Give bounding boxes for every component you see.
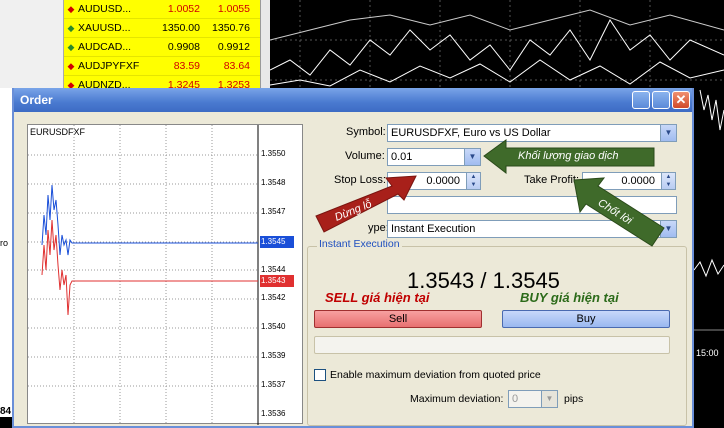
volume-arrow-label: Khối lượng giao dịch [518, 150, 619, 162]
chevron-down-icon[interactable]: ▼ [660, 125, 676, 141]
corner-number: 84 [0, 406, 12, 417]
symbol-value: EURUSDFXF, Euro vs US Dollar [391, 127, 551, 139]
take-profit-label: Take Profit: [524, 174, 580, 186]
dialog-titlebar[interactable]: Order ✕ [14, 88, 692, 112]
bid: 1.0052 [167, 3, 200, 15]
price-up-icon: ◆ [67, 41, 75, 52]
y-tick: 1.3539 [261, 351, 286, 360]
stop-loss-label: Stop Loss: [334, 174, 386, 186]
spinner-arrows-icon[interactable]: ▲ ▼ [466, 173, 480, 189]
dialog-title: Order [20, 93, 53, 107]
market-watch-row[interactable]: ◆ AUDCAD... 0.9908 0.9912 [64, 38, 260, 57]
sell-button[interactable]: Sell [314, 310, 482, 328]
chevron-down-icon[interactable]: ▼ [464, 149, 480, 165]
buy-annotation: BUY giá hiện tại [520, 290, 619, 305]
y-tick: 1.3537 [261, 380, 286, 389]
y-tick: 1.3547 [261, 207, 286, 216]
market-watch-scrollbar[interactable] [260, 0, 270, 88]
market-watch-row[interactable]: ◆ AUDJPYFXF 83.59 83.64 [64, 57, 260, 76]
max-deviation-value: 0 [512, 393, 519, 405]
ask: 1.0055 [217, 3, 250, 15]
sell-annotation: SELL giá hiện tại [325, 290, 430, 305]
time-axis-label: 15:00 [696, 348, 719, 358]
y-tick: 1.3542 [261, 293, 286, 302]
stop-loss-value: 0.0000 [426, 175, 460, 187]
y-tick: 1.3548 [261, 178, 286, 187]
type-label: ype: [368, 222, 389, 234]
maximize-button[interactable] [652, 91, 670, 109]
execution-progress-bar [314, 336, 670, 354]
bid: 83.59 [173, 60, 200, 72]
take-profit-value: 0.0000 [621, 175, 655, 187]
buy-button[interactable]: Buy [502, 310, 670, 328]
market-watch-panel: ◆ AUDUSD... 1.0052 1.0055 ◆ XAUUSD... 13… [0, 0, 270, 95]
ask: 83.64 [223, 60, 250, 72]
symbol: AUDCAD... [78, 41, 132, 53]
spinner-arrows-icon[interactable]: ▲ ▼ [661, 173, 675, 189]
execution-group-title: Instant Execution [317, 238, 402, 250]
y-tick: 1.3540 [261, 322, 286, 331]
stop-loss-input[interactable]: 0.0000 ▲ ▼ [387, 172, 481, 190]
tick-chart: EURUSDFXF 1.3550 1.3548 1.3547 1.3545 1.… [27, 124, 303, 425]
bid: 1350.00 [162, 22, 200, 34]
price-down-icon: ◆ [67, 60, 75, 71]
market-watch-rows: ◆ AUDUSD... 1.0052 1.0055 ◆ XAUUSD... 13… [64, 0, 260, 95]
ask: 0.9912 [217, 41, 250, 53]
symbol: AUDUSD... [78, 3, 132, 15]
order-dialog: Order ✕ EURUSDFXF 1.3550 1.3548 1.3547 1… [12, 88, 694, 428]
max-deviation-label: Maximum deviation: [410, 393, 504, 405]
order-type-select[interactable]: Instant Execution ▼ [387, 220, 677, 238]
minimize-button[interactable] [632, 91, 650, 109]
price-down-icon: ◆ [67, 3, 75, 14]
order-type-value: Instant Execution [391, 223, 476, 235]
volume-select[interactable]: 0.01 ▼ [387, 148, 481, 166]
market-watch-gutter [0, 0, 64, 88]
symbol: XAUUSD... [78, 22, 131, 34]
y-tick: 1.3544 [261, 265, 286, 274]
market-watch-row[interactable]: ◆ AUDUSD... 1.0052 1.0055 [64, 0, 260, 19]
pips-label: pips [564, 393, 584, 405]
symbol-label: Symbol: [346, 126, 386, 138]
bid: 0.9908 [167, 41, 200, 53]
symbol-select[interactable]: EURUSDFXF, Euro vs US Dollar ▼ [387, 124, 677, 142]
chevron-down-icon[interactable]: ▼ [660, 221, 676, 237]
ask: 1350.76 [212, 22, 250, 34]
deviation-checkbox-label[interactable]: Enable maximum deviation from quoted pri… [330, 369, 541, 381]
take-profit-input[interactable]: 0.0000 ▲ ▼ [582, 172, 676, 190]
deviation-checkbox[interactable] [314, 369, 326, 381]
left-edge-label: ro [0, 238, 9, 248]
chevron-down-icon[interactable]: ▼ [541, 391, 557, 407]
volume-label: Volume: [345, 150, 385, 162]
bid-price-tag: 1.3545 [261, 237, 286, 246]
volume-value: 0.01 [391, 151, 413, 163]
y-tick: 1.3550 [261, 149, 286, 158]
max-deviation-input[interactable]: 0 ▼ [508, 390, 558, 408]
close-button[interactable]: ✕ [672, 91, 690, 109]
market-watch-row[interactable]: ◆ XAUUSD... 1350.00 1350.76 [64, 19, 260, 38]
tick-chart-y-axis: 1.3550 1.3548 1.3547 1.3545 1.3544 1.354… [261, 125, 303, 425]
symbol: AUDJPYFXF [78, 60, 140, 72]
price-up-icon: ◆ [67, 22, 75, 33]
ask-price-tag: 1.3543 [261, 276, 286, 285]
comment-input[interactable] [387, 196, 677, 214]
